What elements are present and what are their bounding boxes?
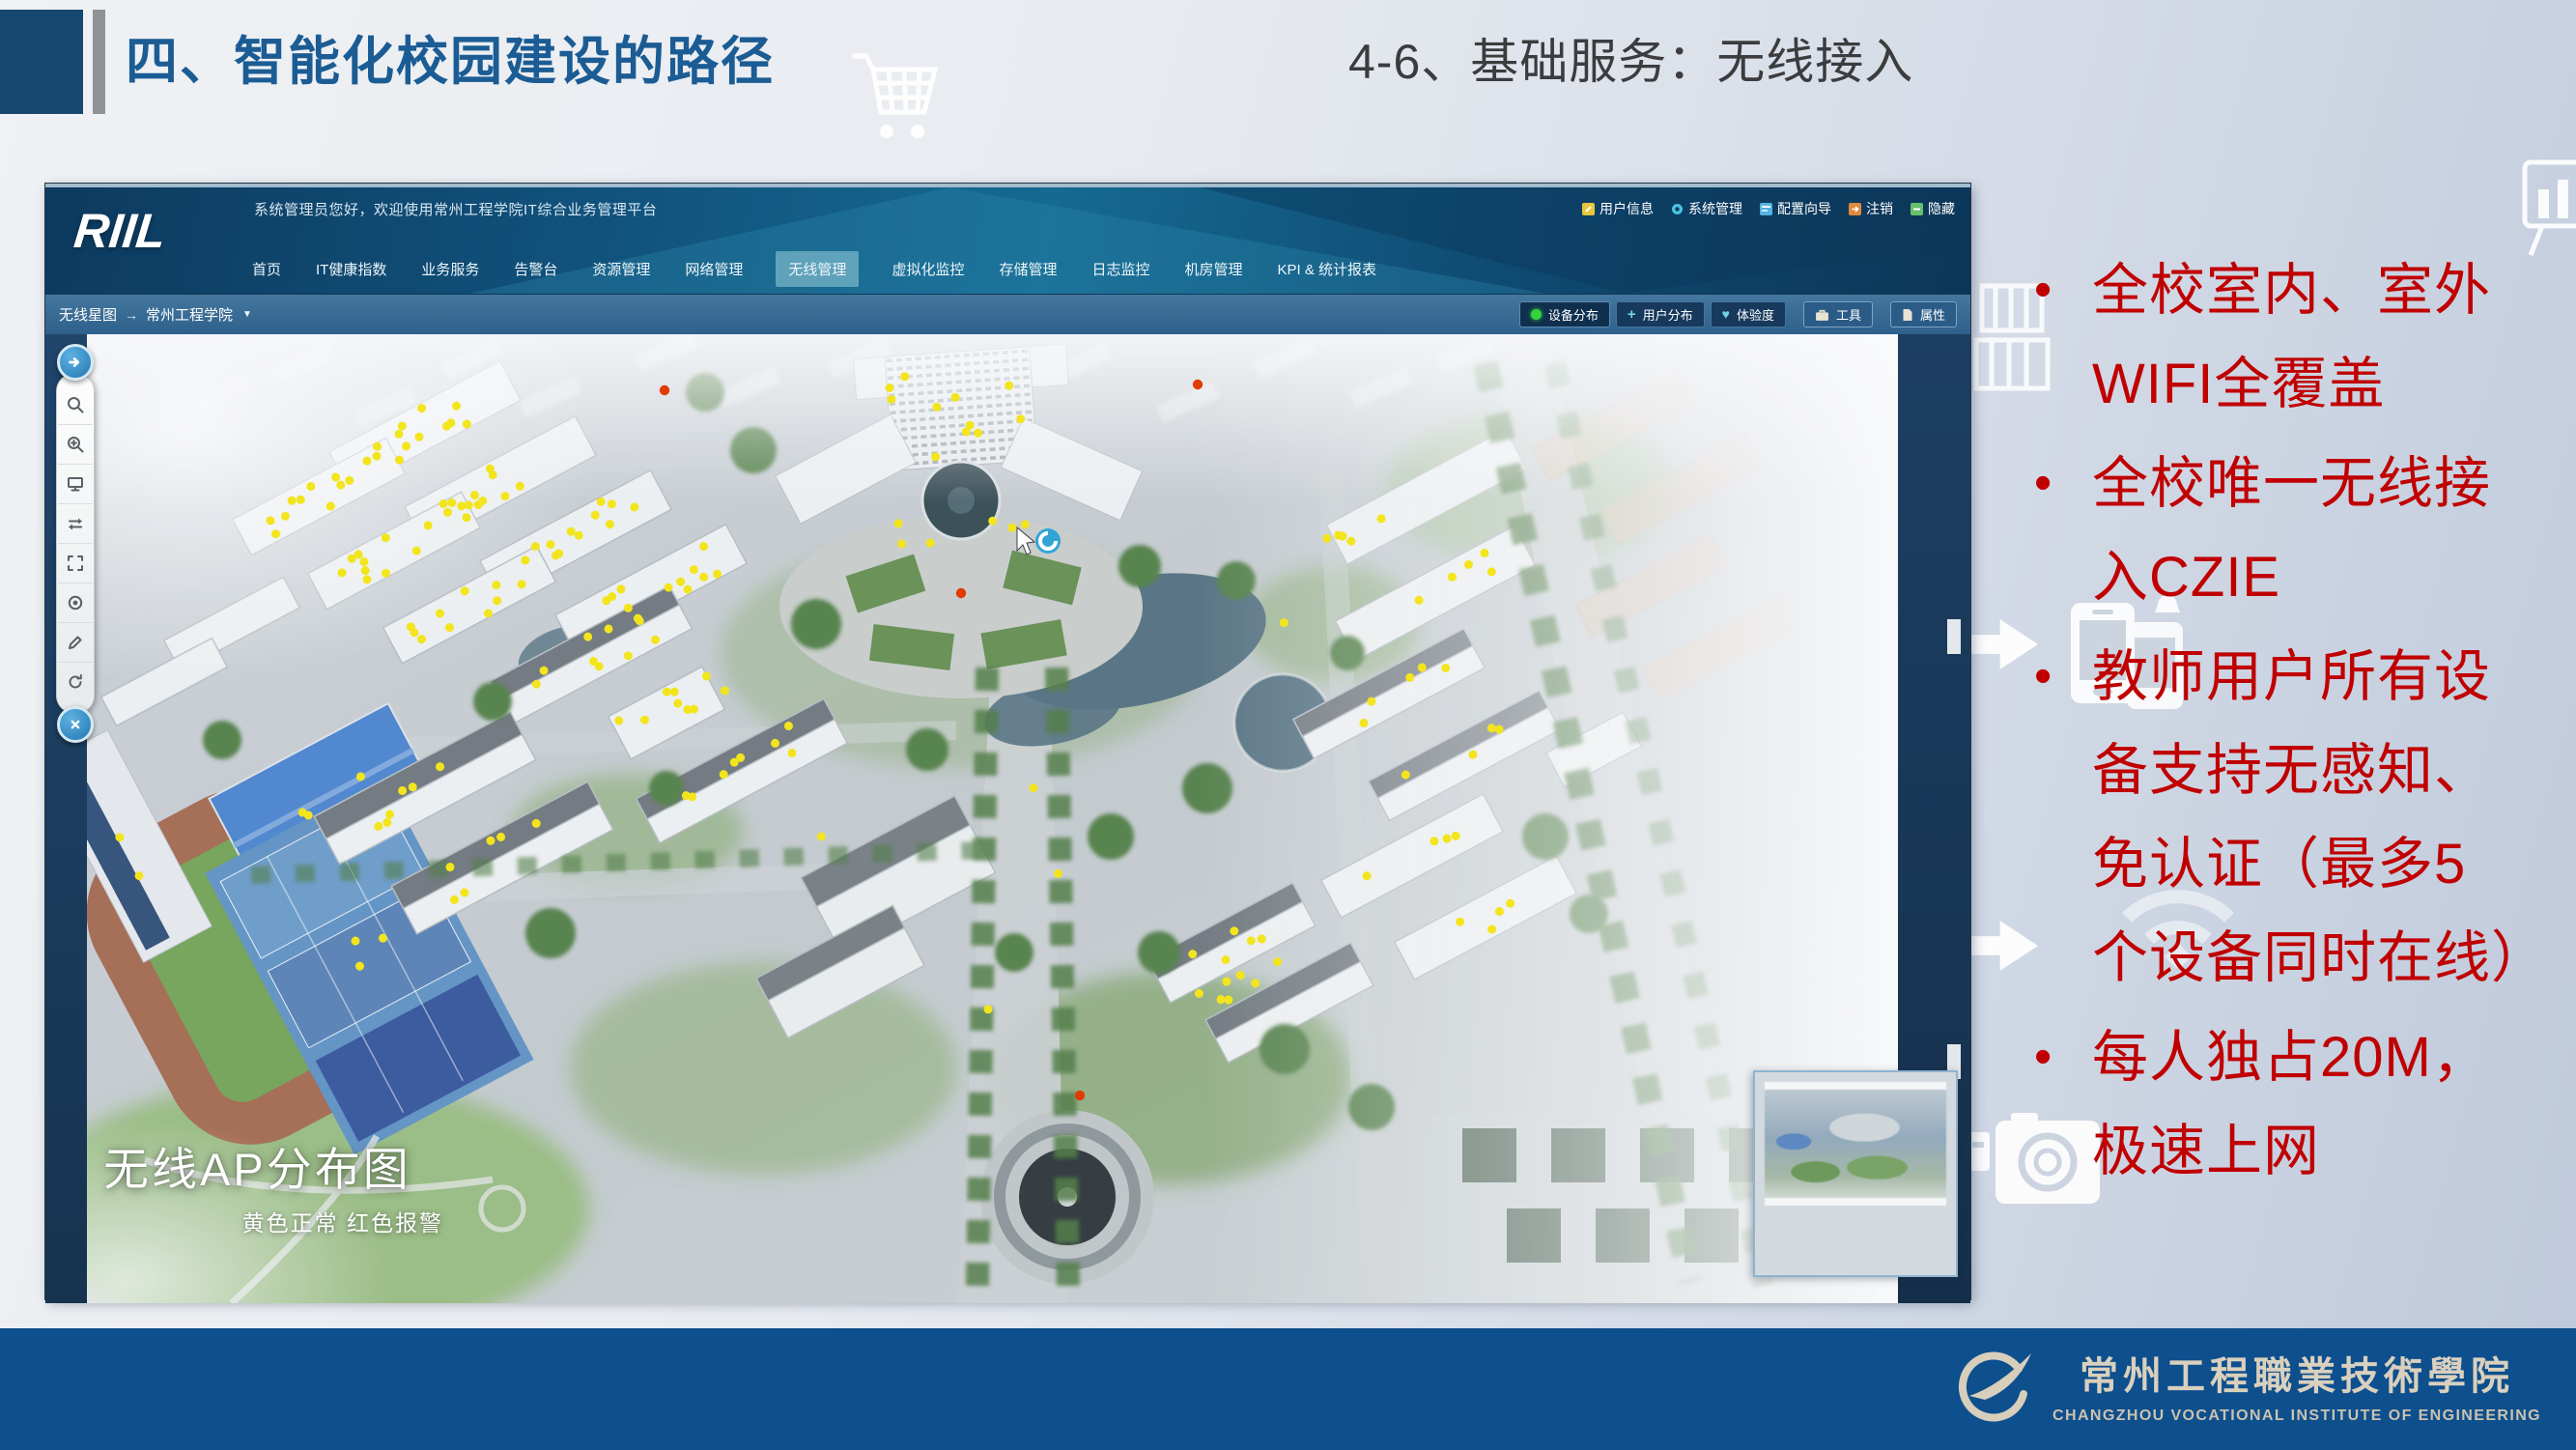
hide-panel-icon [1911, 203, 1923, 215]
feature-bullet-list: 全校室内、室外 WIFI全覆盖 全校唯一无线接 入CZIE 教师用户所有设 备支… [2024, 243, 2565, 1204]
tools-button[interactable]: 工具 [1803, 301, 1873, 327]
school-name-cn: 常州工程職業技術學院 [2080, 1345, 2514, 1401]
nav-alarm[interactable]: 告警台 [512, 251, 559, 287]
welcome-text: 系统管理员您好，欢迎使用常州工程学院IT综合业务管理平台 [254, 199, 657, 219]
title-accent-bar [93, 10, 105, 114]
pan-arrows-icon[interactable] [58, 503, 93, 543]
nav-business[interactable]: 业务服务 [419, 251, 481, 287]
nav-network[interactable]: 网络管理 [683, 251, 745, 287]
map-toolbar-body [56, 373, 95, 714]
device-distribution-button[interactable]: 设备分布 [1519, 301, 1610, 327]
wrench-icon [1582, 203, 1595, 215]
mouse-cursor [1011, 526, 1065, 569]
minimap-thumbnail [1765, 1082, 1946, 1206]
green-dot-icon [1531, 309, 1542, 320]
logout-icon [1849, 203, 1861, 215]
fullscreen-icon[interactable] [58, 543, 93, 583]
experience-button[interactable]: ♥ 体验度 [1711, 301, 1786, 327]
bullet-item: 每人独占20M， 极速上网 [2024, 1010, 2565, 1198]
shopping-cart-icon [846, 46, 943, 148]
heart-icon: ♥ [1722, 308, 1730, 321]
school-swoosh-logo [1948, 1340, 2037, 1429]
collapse-arrow-icon[interactable] [57, 344, 94, 381]
logout-link[interactable]: 注销 [1849, 199, 1893, 218]
locate-dot-icon[interactable] [58, 583, 93, 622]
school-name-en: CHANGZHOU VOCATIONAL INSTITUTE OF ENGINE… [2052, 1407, 2541, 1425]
nav-wireless[interactable]: 无线管理 [776, 251, 859, 287]
close-x-icon[interactable] [57, 706, 94, 743]
edit-pencil-icon[interactable] [58, 622, 93, 662]
briefcase-icon [1815, 308, 1829, 322]
breadcrumb-current[interactable]: 常州工程学院 [146, 304, 233, 325]
refresh-icon[interactable] [58, 662, 93, 701]
bullet-item: 教师用户所有设 备支持无感知、 免认证（最多5 个设备同时在线） [2024, 630, 2565, 1005]
chevron-down-icon[interactable]: ▼ [242, 309, 252, 320]
user-info-link[interactable]: 用户信息 [1582, 199, 1654, 218]
system-manage-link[interactable]: 系统管理 [1671, 199, 1742, 218]
screen-icon[interactable] [58, 464, 93, 503]
bullet-item: 全校室内、室外 WIFI全覆盖 [2024, 243, 2565, 431]
school-logo-block: 常州工程職業技術學院 CHANGZHOU VOCATIONAL INSTITUT… [1948, 1340, 2541, 1429]
view-buttons: 设备分布 + 用户分布 ♥ 体验度 工具 属性 [1519, 301, 1957, 327]
nav-virtualization[interactable]: 虚拟化监控 [890, 251, 966, 287]
nav-it-health[interactable]: IT健康指数 [314, 251, 388, 287]
map-legend: 黄色正常 红色报警 [103, 1205, 443, 1237]
map-caption: 无线AP分布图 黄色正常 红色报警 [103, 1132, 443, 1237]
search-icon[interactable] [58, 385, 93, 424]
bullet-item: 全校唯一无线接 入CZIE [2024, 437, 2565, 624]
riil-app-window: RIIL 系统管理员您好，欢迎使用常州工程学院IT综合业务管理平台 用户信息 系… [45, 184, 1970, 1299]
nav-machine-room[interactable]: 机房管理 [1182, 251, 1244, 287]
riil-logo: RIIL [71, 203, 169, 259]
nav-log[interactable]: 日志监控 [1090, 251, 1151, 287]
footer-band: 常州工程職業技術學院 CHANGZHOU VOCATIONAL INSTITUT… [0, 1328, 2576, 1450]
nav-home[interactable]: 首页 [250, 251, 283, 287]
map-title: 无线AP分布图 [103, 1132, 443, 1199]
properties-button[interactable]: 属性 [1890, 301, 1957, 327]
plus-icon: + [1628, 309, 1636, 320]
page-title: 四、智能化校园建设的路径 [126, 14, 775, 110]
school-names: 常州工程職業技術學院 CHANGZHOU VOCATIONAL INSTITUT… [2052, 1345, 2541, 1425]
zoom-in-icon[interactable] [58, 424, 93, 464]
nav-kpi-report[interactable]: KPI & 统计报表 [1276, 251, 1379, 287]
nav-resource[interactable]: 资源管理 [590, 251, 652, 287]
slide: 四、智能化校园建设的路径 4-6、基础服务：无线接入 RIIL 系统管理员您好，… [0, 0, 2576, 1450]
breadcrumb-root[interactable]: 无线星图 [59, 304, 117, 325]
config-wizard-link[interactable]: 配置向导 [1760, 199, 1831, 218]
title-accent-square [0, 10, 83, 114]
main-nav: 首页 IT健康指数 业务服务 告警台 资源管理 网络管理 无线管理 虚拟化监控 … [250, 251, 1378, 287]
breadcrumb-bar: 无线星图 → 常州工程学院 ▼ 设备分布 + 用户分布 ♥ 体验度 [45, 294, 1970, 334]
user-distribution-button[interactable]: + 用户分布 [1616, 301, 1705, 327]
nav-storage[interactable]: 存储管理 [997, 251, 1059, 287]
map-toolbar [53, 344, 98, 743]
wizard-panel-icon [1760, 203, 1772, 215]
map-area: 无线AP分布图 黄色正常 红色报警 [45, 334, 1970, 1303]
app-header: RIIL 系统管理员您好，欢迎使用常州工程学院IT综合业务管理平台 用户信息 系… [45, 187, 1970, 294]
hide-link[interactable]: 隐藏 [1911, 199, 1955, 218]
document-icon [1902, 308, 1913, 322]
gear-icon [1671, 203, 1684, 215]
page-subtitle: 4-6、基础服务：无线接入 [1348, 31, 1913, 93]
right-gutter-tick [1947, 619, 1961, 654]
breadcrumb-separator: → [125, 307, 138, 323]
user-links: 用户信息 系统管理 配置向导 注销 隐藏 [1582, 199, 1955, 218]
minimap-overview[interactable] [1753, 1070, 1958, 1277]
